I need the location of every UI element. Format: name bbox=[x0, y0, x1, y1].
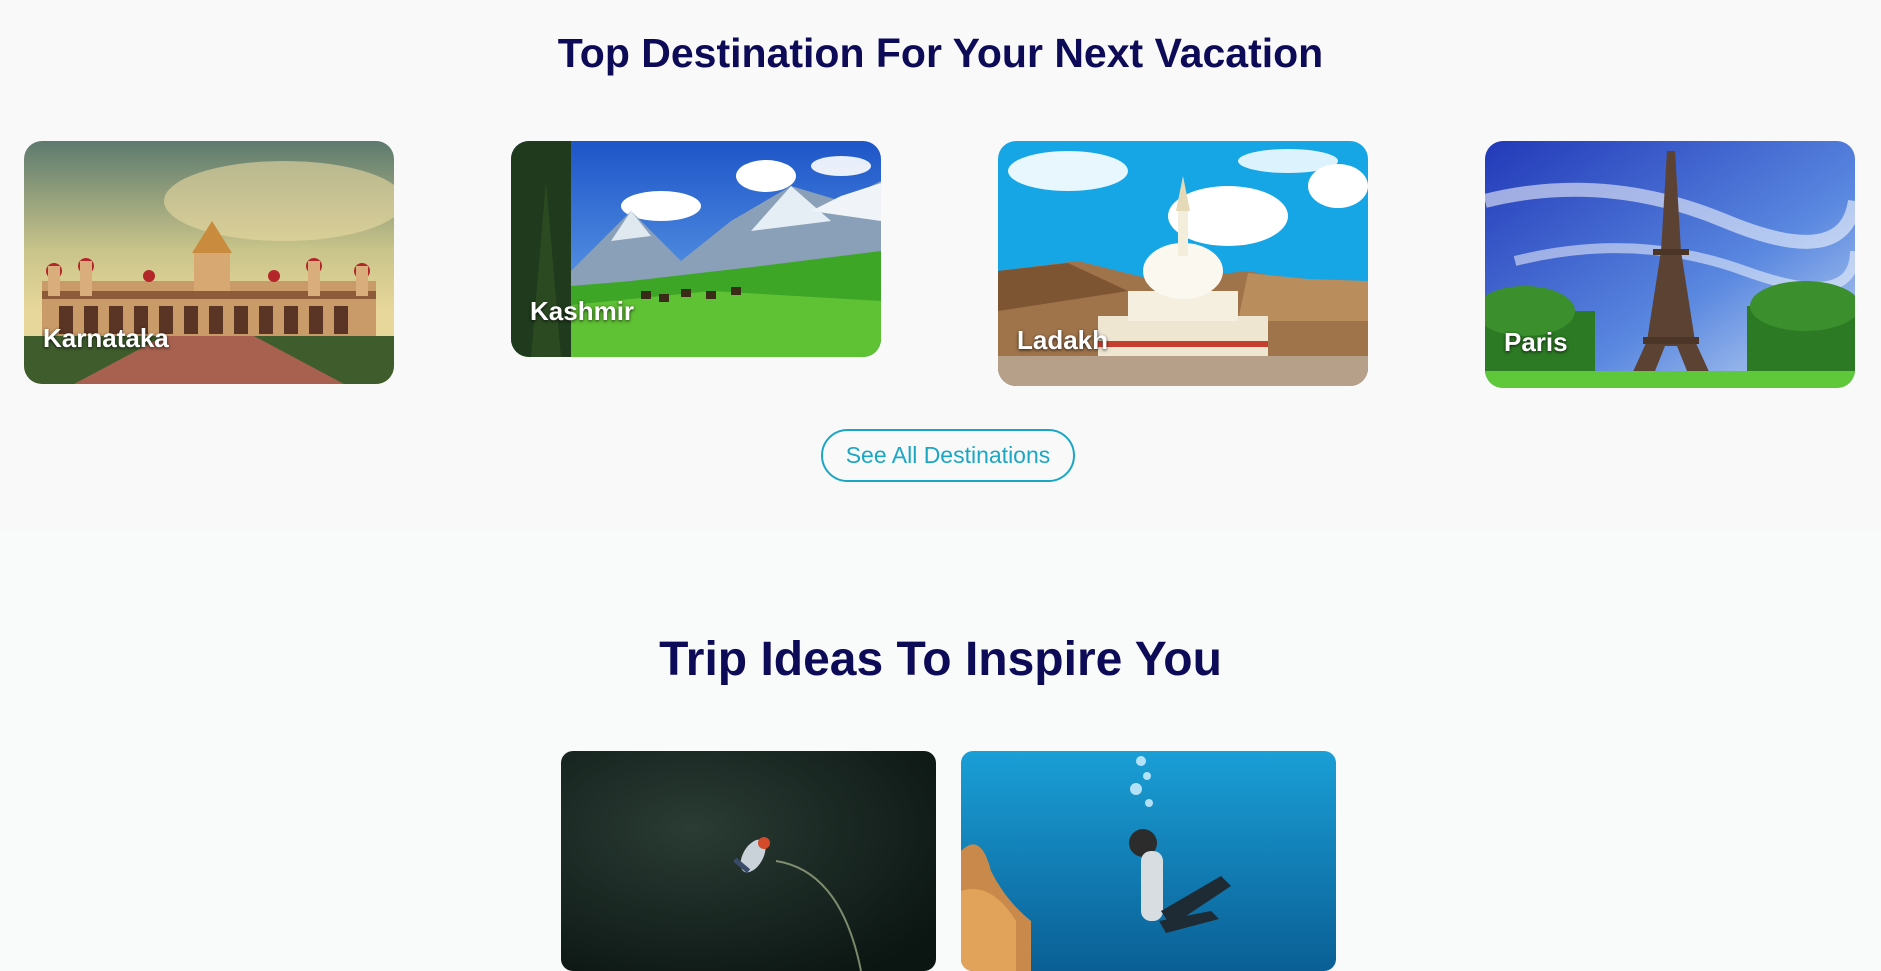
destination-card-ladakh[interactable]: Ladakh bbox=[998, 141, 1368, 386]
destination-label-karnataka: Karnataka bbox=[43, 323, 169, 353]
destination-label-kashmir: Kashmir bbox=[530, 296, 635, 326]
destination-card-paris[interactable]: Paris bbox=[1485, 141, 1855, 388]
top-destinations-heading: Top Destination For Your Next Vacation bbox=[557, 30, 1324, 76]
trip-idea-card-rappelling[interactable] bbox=[561, 751, 936, 971]
scuba-diver-photo bbox=[961, 751, 1336, 971]
destination-card-karnataka[interactable]: Karnataka bbox=[24, 141, 394, 384]
trip-idea-card-scuba[interactable] bbox=[961, 751, 1336, 971]
see-all-destinations-button[interactable]: See All Destinations bbox=[821, 429, 1075, 482]
rappelling-photo bbox=[561, 751, 936, 971]
trip-ideas-heading: Trip Ideas To Inspire You bbox=[659, 633, 1222, 686]
top-destinations-section: Top Destination For Your Next Vacation K… bbox=[0, 0, 1881, 532]
destination-card-kashmir[interactable]: Kashmir bbox=[511, 141, 881, 357]
destination-label-ladakh: Ladakh bbox=[1017, 325, 1109, 355]
destination-label-paris: Paris bbox=[1504, 327, 1568, 357]
